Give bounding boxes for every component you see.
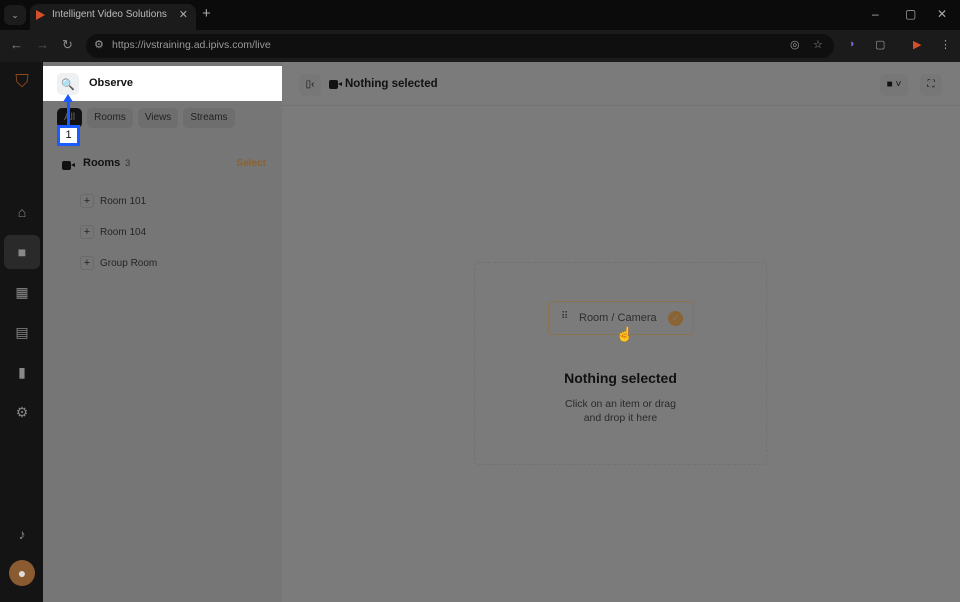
app-sidebar: ⛉ ⌂ ■ ▦ ▤ ▮ ⚙ ♪ ● [0, 62, 43, 602]
eye-off-icon[interactable]: ◎ [790, 38, 800, 51]
reload-icon[interactable]: ↻ [62, 37, 73, 53]
browser-titlebar: ⌄ Intelligent Video Solutions ✕ + – ▢ ✕ [0, 0, 960, 30]
annotation-arrowhead [63, 94, 73, 102]
forward-icon[interactable]: → [36, 37, 49, 52]
camera-icon [62, 161, 75, 171]
avatar[interactable]: ● [9, 560, 35, 586]
room-label: Room 101 [100, 196, 147, 207]
list-item[interactable]: + Room 104 [80, 225, 146, 241]
star-icon[interactable]: ☆ [813, 38, 823, 51]
logo-icon: ⛉ [15, 71, 29, 91]
room-label: Group Room [100, 258, 158, 269]
check-icon: ✓ [668, 311, 683, 326]
expand-icon[interactable]: + [80, 194, 94, 208]
room-label: Room 104 [100, 227, 147, 238]
drag-handle-icon[interactable]: ⠿ [561, 311, 568, 322]
settings-icon[interactable]: ⚙ [4, 395, 40, 429]
address-bar[interactable]: ⚙ https://ivstraining.ad.ipivs.com/live … [86, 34, 834, 58]
extension-icon[interactable]: ◗ [849, 38, 856, 50]
search-button[interactable]: 🔍 [57, 73, 79, 95]
home-icon[interactable]: ⌂ [4, 195, 40, 229]
extensions-icon[interactable]: ▢ [875, 38, 885, 51]
search-icon: 🔍 [61, 79, 75, 91]
section-title: Rooms [83, 157, 121, 169]
panel-header: 🔍 Observe [43, 66, 282, 101]
filter-tabs: All Rooms Views Streams [57, 108, 235, 128]
tab-search-button[interactable]: ⌄ [4, 5, 26, 25]
filter-views[interactable]: Views [137, 108, 179, 128]
minimize-button[interactable]: – [872, 7, 879, 21]
tab-title: Intelligent Video Solutions [52, 9, 167, 20]
annotation-marker: 1 [57, 125, 80, 146]
layout-dropdown[interactable]: ■ ˅ [880, 74, 908, 96]
section-count: 3 [125, 158, 131, 169]
maximize-button[interactable]: ▢ [905, 7, 916, 21]
select-button[interactable]: Select [237, 158, 266, 169]
camera-nav-icon[interactable]: ■ [4, 235, 40, 269]
close-tab-icon[interactable]: ✕ [179, 4, 188, 26]
list-item[interactable]: + Room 101 [80, 194, 146, 210]
menu-icon[interactable]: ⋮ [940, 38, 951, 51]
browser-toolbar: ← → ↻ ⚙ https://ivstraining.ad.ipivs.com… [0, 30, 960, 62]
list-item[interactable]: + Group Room [80, 256, 157, 272]
back-icon[interactable]: ← [10, 37, 23, 52]
expand-icon[interactable]: + [80, 256, 94, 270]
notifications-icon[interactable]: ♪ [4, 517, 40, 551]
drop-zone[interactable] [474, 262, 767, 465]
filter-rooms[interactable]: Rooms [87, 108, 133, 128]
url-text: https://ivstraining.ad.ipivs.com/live [112, 39, 271, 51]
empty-line: and drop it here [583, 412, 658, 424]
empty-subtitle: Click on an item or drag and drop it here [474, 397, 767, 425]
rooms-section-header: Rooms 3 Select [62, 157, 266, 171]
main-title: Nothing selected [345, 78, 438, 90]
empty-line: Click on an item or drag [565, 398, 676, 410]
new-tab-button[interactable]: + [202, 5, 211, 22]
hand-cursor-icon: ☝ [616, 326, 634, 342]
ivs-extension-icon[interactable]: ▶ [913, 38, 921, 51]
schedule-icon[interactable]: ▤ [4, 315, 40, 349]
analytics-icon[interactable]: ▮ [4, 355, 40, 389]
recordings-icon[interactable]: ▦ [4, 275, 40, 309]
main-header-divider [282, 105, 960, 106]
collapse-panel-button[interactable]: ▯‹ [299, 74, 321, 96]
favicon-icon [36, 10, 45, 20]
fullscreen-button[interactable]: ⛶ [920, 74, 942, 96]
card-label: Room / Camera [579, 312, 657, 324]
filter-streams[interactable]: Streams [183, 108, 235, 128]
browser-tab[interactable]: Intelligent Video Solutions ✕ [30, 4, 196, 30]
expand-icon[interactable]: + [80, 225, 94, 239]
panel-title: Observe [89, 77, 134, 89]
site-info-icon[interactable]: ⚙ [94, 38, 104, 51]
camera-icon [329, 80, 342, 89]
close-window-button[interactable]: ✕ [937, 7, 947, 21]
annotation-arrow [67, 100, 70, 126]
empty-title: Nothing selected [564, 370, 677, 386]
